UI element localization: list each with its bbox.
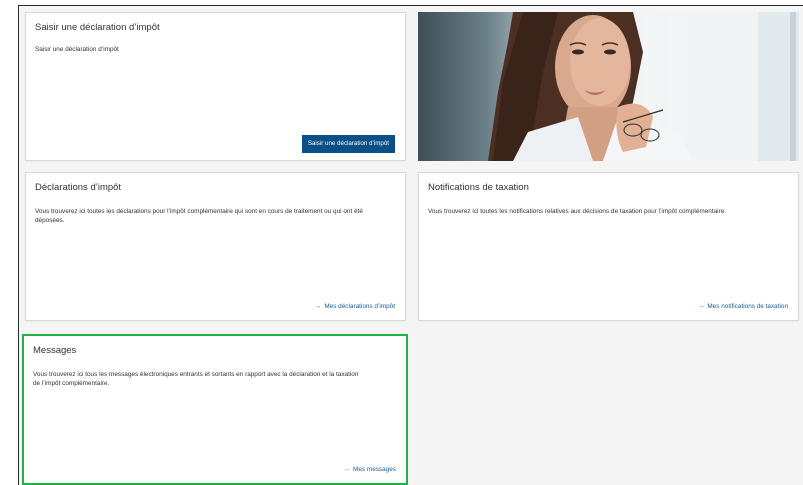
my-declarations-link[interactable]: → Mes déclarations d’impôt [315,303,395,310]
link-label: Mes déclarations d’impôt [324,303,395,310]
my-notifications-link[interactable]: → Mes notifications de taxation [698,303,788,310]
arrow-right-icon: → [343,466,351,473]
card-title: Saisir une déclaration d’impôt [35,22,160,33]
card-title: Messages [33,345,77,356]
card-messages: Messages Vous trouverez ici tous les mes… [22,334,408,485]
arrow-right-icon: → [697,303,705,310]
card-submit-declaration: Saisir une déclaration d’impôt Saisir un… [25,12,406,161]
card-description: Vous trouverez ici toutes les notificati… [428,208,727,215]
my-messages-link[interactable]: → Mes messages [344,466,396,473]
woman-photo [418,12,799,161]
link-label: Mes notifications de taxation [707,303,788,310]
card-tax-notifications: Notifications de taxation Vous trouverez… [418,172,799,321]
arrow-right-icon: → [314,303,322,310]
card-tax-declarations: Déclarations d’impôt Vous trouverez ici … [25,172,406,321]
card-title: Déclarations d’impôt [35,182,122,193]
card-description: Vous trouverez ici toutes les déclaratio… [35,208,363,225]
card-title: Notifications de taxation [428,182,529,193]
submit-declaration-button[interactable]: Saisir une déclaration d’impôt [301,135,395,153]
card-description: Saisir une déclaration d’impôt [35,46,119,53]
link-label: Mes messages [353,466,396,473]
card-description: Vous trouverez ici tous les messages éle… [33,371,359,388]
